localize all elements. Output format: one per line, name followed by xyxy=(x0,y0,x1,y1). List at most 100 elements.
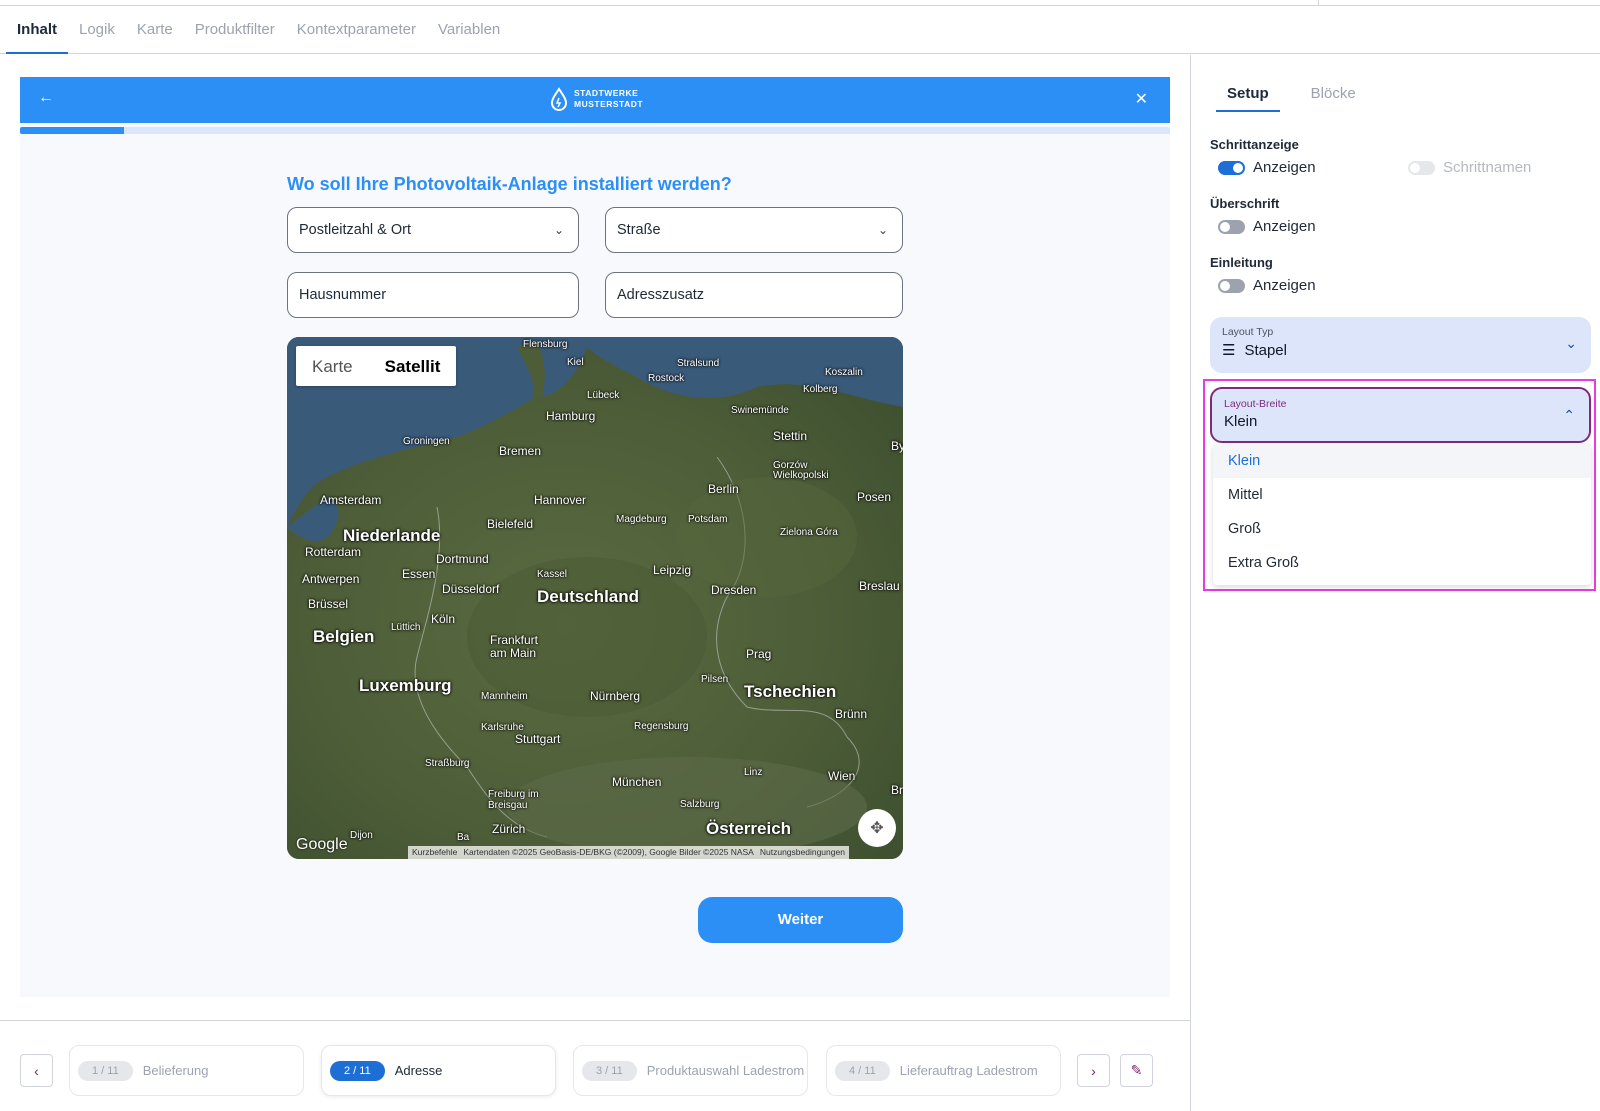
toggle-switch[interactable] xyxy=(1218,160,1245,175)
map-label: Pilsen xyxy=(701,674,729,685)
map-label: Straßburg xyxy=(425,758,470,769)
map-label: Breisgau xyxy=(488,800,528,811)
map-label: Hamburg xyxy=(546,409,596,423)
schrittanzeige-toggle[interactable]: Anzeigen xyxy=(1218,159,1316,176)
einleitung-toggle[interactable]: Anzeigen xyxy=(1218,277,1316,294)
strasse-label: Straße xyxy=(617,222,661,238)
tab-variablen[interactable]: Variablen xyxy=(427,6,511,54)
step-badge: 3 / 11 xyxy=(582,1060,637,1081)
map-label: Antwerpen xyxy=(302,572,360,586)
next-step-button[interactable]: › xyxy=(1077,1054,1110,1087)
tab-karte[interactable]: Karte xyxy=(126,6,184,54)
map-label: Koszalin xyxy=(825,367,863,378)
progress-fill xyxy=(20,127,124,134)
toggle-switch[interactable] xyxy=(1408,160,1435,175)
tab-bloecke[interactable]: Blöcke xyxy=(1300,85,1367,112)
map-label: Groningen xyxy=(403,436,450,447)
chevron-down-icon: ⌄ xyxy=(1565,335,1577,351)
ueberschrift-toggle[interactable]: Anzeigen xyxy=(1218,218,1316,235)
map-label: Österreich xyxy=(706,819,792,838)
option-klein[interactable]: Klein xyxy=(1213,444,1591,478)
terms-link[interactable]: Nutzungsbedingungen xyxy=(760,847,845,858)
option-gross[interactable]: Groß xyxy=(1213,512,1591,546)
option-mittel[interactable]: Mittel xyxy=(1213,478,1591,512)
step-card[interactable]: 4 / 11 Lieferauftrag Ladestrom xyxy=(826,1045,1061,1096)
map-label: Düsseldorf xyxy=(442,582,500,596)
map-label: Br xyxy=(891,783,903,797)
map-label: Dresden xyxy=(711,583,757,597)
map-label: Essen xyxy=(402,567,436,581)
fullscreen-icon[interactable]: ✥ xyxy=(858,809,896,847)
map-label: Zielona Góra xyxy=(780,527,838,538)
schrittnamen-toggle[interactable]: Schrittnamen xyxy=(1408,159,1531,176)
back-arrow-icon[interactable]: ← xyxy=(38,89,54,107)
next-button[interactable]: Weiter xyxy=(698,897,903,943)
option-extra-gross[interactable]: Extra Groß xyxy=(1213,546,1591,580)
map-label: Posen xyxy=(857,490,892,504)
map-label: Niederlande xyxy=(343,526,441,545)
map-label: Ba xyxy=(457,832,470,843)
step-badge: 4 / 11 xyxy=(835,1060,890,1081)
tab-logik[interactable]: Logik xyxy=(68,6,126,54)
stack-icon: ☰ xyxy=(1222,342,1236,359)
map-label: Rostock xyxy=(648,373,685,384)
map-label: Zürich xyxy=(492,822,526,836)
toggle-label: Schrittnamen xyxy=(1443,159,1532,176)
step-card[interactable]: 3 / 11 Produktauswahl Ladestrom xyxy=(573,1045,808,1096)
brand-logo: STADTWERKE MUSTERSTADT xyxy=(550,87,643,111)
map-label: Linz xyxy=(744,767,763,778)
adresszusatz-input[interactable]: Adresszusatz xyxy=(605,272,903,318)
toggle-label: Anzeigen xyxy=(1253,159,1316,176)
step-label: Adresse xyxy=(394,1063,443,1078)
map-attribution: Kurzbefehle Kartendaten ©2025 GeoBasis-D… xyxy=(408,846,849,859)
toggle-switch[interactable] xyxy=(1218,278,1245,293)
step-label: Lieferauftrag Ladestrom xyxy=(899,1063,1038,1078)
map-label: Lübeck xyxy=(587,390,620,401)
tab-kontextparameter[interactable]: Kontextparameter xyxy=(286,6,427,54)
shortcuts-link[interactable]: Kurzbefehle xyxy=(412,847,457,858)
close-icon[interactable]: ✕ xyxy=(1135,89,1148,109)
chevron-down-icon: ⌄ xyxy=(877,223,888,237)
map-label: Brünn xyxy=(835,707,868,721)
map-label: Luxemburg xyxy=(359,676,452,695)
map-label: Dijon xyxy=(350,830,373,841)
tab-produktfilter[interactable]: Produktfilter xyxy=(184,6,286,54)
step-label: Belieferung xyxy=(142,1063,209,1078)
plz-ort-label: Postleitzahl & Ort xyxy=(299,222,412,238)
plz-ort-select[interactable]: Postleitzahl & Ort ⌄ xyxy=(287,207,579,253)
toggle-switch[interactable] xyxy=(1218,219,1245,234)
hausnummer-input[interactable]: Hausnummer xyxy=(287,272,579,318)
map-label: Kiel xyxy=(567,357,584,368)
prev-step-button[interactable]: ‹ xyxy=(20,1054,53,1087)
map-label: Berlin xyxy=(708,482,739,496)
tab-setup[interactable]: Setup xyxy=(1216,85,1280,112)
layout-typ-value: Stapel xyxy=(1244,341,1287,359)
form-preview: ← STADTWERKE MUSTERSTADT ✕ Wo soll Ihre … xyxy=(20,77,1170,997)
step-label: Produktauswahl Ladestrom xyxy=(646,1063,805,1078)
ueberschrift-label: Überschrift xyxy=(1210,196,1280,211)
edit-icon[interactable]: ✎ xyxy=(1120,1054,1153,1087)
logo-line2: MUSTERSTADT xyxy=(574,99,644,109)
map-label: Stralsund xyxy=(677,358,720,369)
step-card-active[interactable]: 2 / 11 Adresse xyxy=(321,1045,556,1096)
adresszusatz-label: Adresszusatz xyxy=(617,287,705,303)
map-type-karte[interactable]: Karte xyxy=(296,346,369,386)
layout-typ-select[interactable]: Layout Typ ☰ Stapel ⌄ xyxy=(1210,317,1591,373)
map-type-satellit[interactable]: Satellit xyxy=(369,346,457,386)
map-label: Freiburg im xyxy=(488,789,539,800)
strasse-select[interactable]: Straße ⌄ xyxy=(605,207,903,253)
step-badge: 2 / 11 xyxy=(330,1060,385,1081)
map-label: Brüssel xyxy=(308,597,349,611)
map-label: Breslau xyxy=(859,579,900,593)
map-label: Potsdam xyxy=(688,514,728,525)
step-badge: 1 / 11 xyxy=(78,1060,133,1081)
satellite-map[interactable]: Karte Satellit Flensburg Kiel Stralsund … xyxy=(287,337,903,859)
tab-inhalt[interactable]: Inhalt xyxy=(6,6,68,54)
chevron-down-icon: ⌄ xyxy=(553,223,564,237)
map-label: Tschechien xyxy=(744,682,837,701)
map-label: Gorzów Wielkopolski xyxy=(773,460,829,481)
map-label: By xyxy=(891,439,903,453)
map-label: Magdeburg xyxy=(616,514,667,525)
map-label: München xyxy=(612,775,662,789)
step-card[interactable]: 1 / 11 Belieferung xyxy=(69,1045,304,1096)
